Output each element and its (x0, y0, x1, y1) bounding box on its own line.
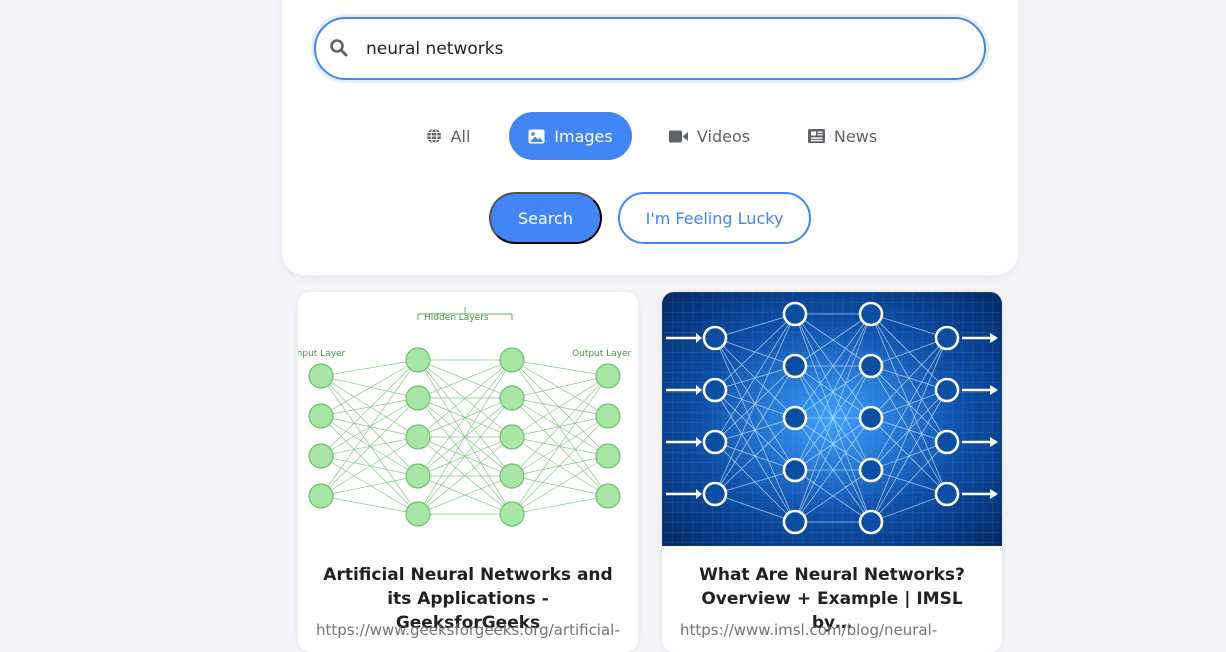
network-node (702, 325, 728, 351)
network-node (934, 481, 960, 507)
network-node (405, 501, 431, 527)
network-node (858, 301, 884, 327)
result-thumbnail[interactable] (662, 292, 1002, 546)
network-node (702, 481, 728, 507)
input-layer-label: Input Layer (298, 349, 346, 359)
network-node (858, 353, 884, 379)
network-node (499, 424, 525, 450)
network-node (782, 405, 808, 431)
video-camera-icon (668, 130, 688, 143)
image-result-card[interactable]: What Are Neural Networks? Overview + Exa… (662, 292, 1002, 652)
network-node (499, 347, 525, 373)
image-icon (528, 129, 545, 144)
tab-images[interactable]: Images (509, 112, 632, 160)
network-node (782, 353, 808, 379)
search-input[interactable] (364, 33, 928, 65)
image-result-card[interactable]: Hidden Layers Input Layer Output Layer A… (298, 292, 638, 652)
network-node (782, 509, 808, 535)
newspaper-icon (807, 129, 825, 143)
result-url[interactable]: https://www.imsl.com/blog/neural- (680, 621, 986, 639)
search-icon[interactable] (329, 38, 349, 58)
network-node (782, 301, 808, 327)
search-button[interactable]: Search (489, 192, 602, 244)
output-layer-label: Output Layer (572, 349, 632, 359)
feeling-lucky-button[interactable]: I'm Feeling Lucky (618, 192, 811, 244)
network-node (595, 443, 621, 469)
network-node (595, 363, 621, 389)
network-node (934, 377, 960, 403)
network-node (405, 463, 431, 489)
network-node (595, 483, 621, 509)
network-node (405, 424, 431, 450)
tab-videos-label: Videos (696, 126, 751, 146)
network-node (405, 347, 431, 373)
network-node (499, 463, 525, 489)
network-node (934, 325, 960, 351)
network-node (702, 429, 728, 455)
network-node (702, 377, 728, 403)
hidden-layers-label: Hidden Layers (424, 313, 489, 323)
tab-all[interactable]: All (412, 112, 484, 160)
tab-news-label: News (833, 126, 878, 146)
network-node (782, 457, 808, 483)
network-node (595, 403, 621, 429)
network-node (308, 443, 334, 469)
result-thumbnail[interactable]: Hidden Layers Input Layer Output Layer (298, 292, 638, 546)
network-node (499, 385, 525, 411)
globe-icon (426, 128, 442, 144)
network-node (405, 385, 431, 411)
network-node (499, 501, 525, 527)
network-node (308, 363, 334, 389)
tab-all-label: All (450, 126, 471, 146)
tab-videos[interactable]: Videos (657, 112, 762, 160)
network-node (934, 429, 960, 455)
tab-news[interactable]: News (795, 112, 890, 160)
network-node (858, 405, 884, 431)
network-node (858, 509, 884, 535)
result-url[interactable]: https://www.geeksforgeeks.org/artificial… (316, 621, 622, 639)
network-node (308, 483, 334, 509)
tab-images-label: Images (554, 126, 613, 146)
network-node (858, 457, 884, 483)
network-node (308, 403, 334, 429)
